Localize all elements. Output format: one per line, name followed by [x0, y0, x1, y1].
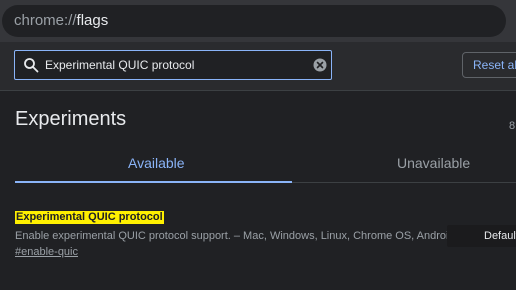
url-scheme: chrome:// [14, 12, 77, 29]
flags-header: Reset all [0, 42, 516, 91]
reset-all-button[interactable]: Reset all [462, 52, 516, 78]
tab-unavailable[interactable]: Unavailable [397, 155, 470, 172]
experiment-description: Enable experimental QUIC protocol suppor… [15, 230, 455, 242]
search-icon [24, 58, 39, 73]
experiment-anchor-link[interactable]: #enable-quic [15, 245, 78, 259]
address-url[interactable]: chrome://flags [14, 12, 108, 30]
search-input[interactable] [45, 54, 307, 76]
clear-search-icon[interactable] [313, 58, 327, 72]
address-bar[interactable]: chrome://flags [2, 5, 506, 37]
active-tab-indicator [15, 181, 292, 183]
page-title: Experiments [15, 108, 127, 130]
experiment-state-select[interactable]: Default [447, 225, 516, 247]
experiment-title: Experimental QUIC protocol [15, 211, 164, 224]
search-box[interactable] [14, 50, 332, 80]
browser-toolbar: chrome://flags [0, 0, 516, 42]
tab-available[interactable]: Available [128, 155, 185, 172]
flags-page: chrome://flags Reset all Experiments 8 A… [0, 0, 516, 290]
version-text: 8 [509, 120, 516, 132]
url-path: flags [76, 12, 109, 29]
